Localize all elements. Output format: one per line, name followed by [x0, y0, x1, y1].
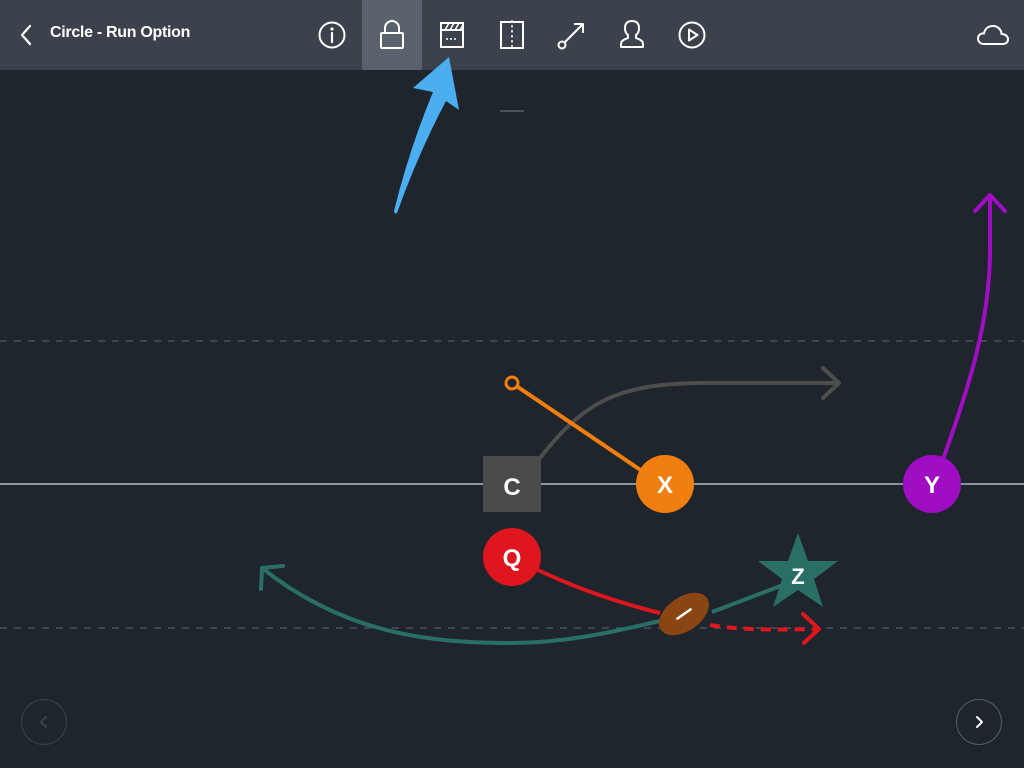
info-button[interactable]: [302, 0, 362, 70]
chevron-right-icon: [976, 716, 983, 728]
play-icon: [678, 21, 706, 49]
q-route: [537, 568, 661, 615]
play-animation-button[interactable]: [662, 0, 722, 70]
chevron-left-icon: [20, 24, 32, 46]
mirror-button[interactable]: [482, 0, 542, 70]
player-icon: [620, 20, 644, 48]
lock-icon: [380, 20, 404, 49]
player-y-label: Y: [924, 472, 940, 499]
player-center-label: C: [503, 474, 520, 501]
mirror-icon: [500, 20, 524, 50]
player-button[interactable]: [602, 0, 662, 70]
player-q[interactable]: Q: [483, 528, 541, 586]
player-x-label: X: [657, 472, 673, 499]
top-toolbar: Circle - Run Option: [0, 0, 1024, 70]
player-z[interactable]: Z: [758, 533, 838, 607]
next-frame-button[interactable]: [956, 699, 1002, 745]
center-route: [538, 381, 838, 460]
clapperboard-icon: [440, 22, 464, 48]
play-title: Circle - Run Option: [50, 24, 191, 41]
player-y[interactable]: Y: [903, 455, 961, 513]
player-center[interactable]: C: [483, 456, 541, 512]
cloud-sync-button[interactable]: [968, 15, 1018, 55]
info-icon: [318, 21, 346, 49]
chevron-left-icon: [40, 716, 47, 728]
back-button[interactable]: [12, 20, 40, 50]
football-icon[interactable]: [651, 584, 716, 644]
player-z-label: Z: [791, 564, 804, 589]
q-option-arrowhead: [801, 612, 821, 645]
play-field: C X Y Q Z: [0, 110, 1024, 646]
x-route-end-marker: [504, 375, 520, 391]
cloud-icon: [977, 25, 1009, 45]
previous-frame-button[interactable]: [21, 699, 67, 745]
player-x[interactable]: X: [636, 455, 694, 513]
player-q-label: Q: [503, 545, 522, 572]
y-route: [940, 196, 992, 463]
route-button[interactable]: [542, 0, 602, 70]
route-icon: [557, 23, 584, 50]
